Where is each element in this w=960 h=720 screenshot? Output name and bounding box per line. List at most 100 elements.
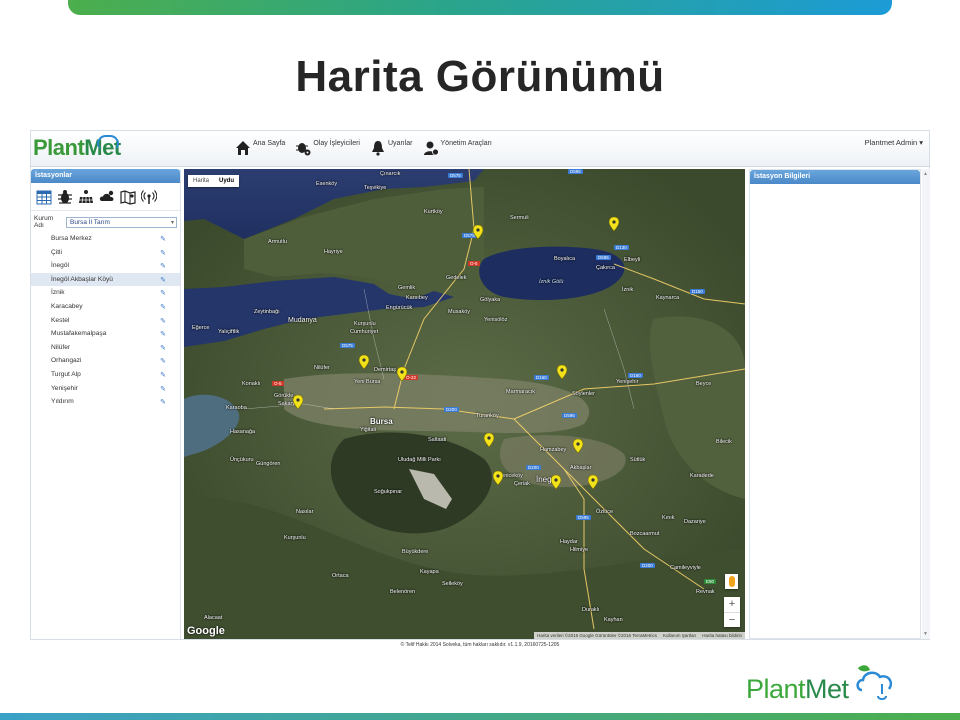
pencil-icon[interactable]: ✎	[160, 385, 166, 393]
station-name: Yıldırım	[51, 398, 74, 406]
cloud-rain-icon	[856, 665, 893, 700]
map-label: Karadede	[690, 473, 714, 479]
road-shield: D200	[444, 407, 459, 412]
pencil-icon[interactable]: ✎	[160, 398, 166, 406]
station-item[interactable]: İnegöl ✎	[31, 259, 180, 273]
bug-icon[interactable]	[57, 189, 73, 205]
map-label: Hayriye	[324, 249, 343, 255]
pencil-icon[interactable]: ✎	[160, 330, 166, 338]
pencil-icon[interactable]: ✎	[160, 317, 166, 325]
station-info-header: İstasyon Bilgileri	[750, 170, 920, 184]
antenna-icon[interactable]	[141, 189, 157, 205]
user-menu[interactable]: Plantmet Admin ▾	[865, 138, 923, 147]
map-pin-icon[interactable]	[551, 475, 561, 489]
solar-panel-icon[interactable]	[78, 189, 94, 205]
nav-admin-tools[interactable]: Yönetim Araçları	[423, 137, 492, 156]
map-label: Bozcaarmut	[630, 531, 660, 537]
road-shield: D160	[628, 373, 643, 378]
map-label: Söylenler	[572, 391, 595, 397]
pencil-icon[interactable]: ✎	[160, 235, 166, 243]
road-shield: O-5	[468, 261, 480, 266]
page-scrollbar[interactable]: ▲ ▼	[922, 169, 930, 639]
station-item[interactable]: Nilüfer ✎	[31, 341, 180, 355]
map-pin-icon[interactable]	[493, 471, 503, 485]
bug-gear-icon	[296, 143, 311, 156]
pencil-icon[interactable]: ✎	[160, 357, 166, 365]
map-label: Akbaşlar	[570, 465, 592, 471]
map-label: Yenisölöz	[484, 317, 508, 323]
map-label: Beyce	[696, 381, 712, 387]
station-item[interactable]: İnegöl Akbaşlar Köyü ✎	[31, 272, 180, 287]
map-type-satellite-button[interactable]: Uydu	[214, 175, 239, 187]
pencil-icon[interactable]: ✎	[160, 344, 166, 352]
bell-icon	[372, 141, 384, 156]
pencil-icon[interactable]: ✎	[160, 249, 166, 257]
map-pin-icon[interactable]	[293, 395, 303, 409]
app-header: PlantMet Ana Sayfa Olay İşleyicileri Uya…	[31, 131, 929, 167]
map-label: Kurşunlu	[284, 535, 306, 541]
road-shield: D595	[568, 169, 583, 174]
weather-icon[interactable]	[99, 189, 115, 205]
calendar-table-icon[interactable]	[36, 189, 52, 205]
map-label: Zeytinbağı	[254, 309, 280, 315]
app-window: PlantMet Ana Sayfa Olay İşleyicileri Uya…	[30, 130, 930, 640]
main-nav: Ana Sayfa Olay İşleyicileri Uyarılar Yön…	[235, 137, 496, 156]
map-pin-icon[interactable]	[484, 433, 494, 447]
station-item[interactable]: Orhangazi ✎	[31, 354, 180, 368]
nav-alerts[interactable]: Uyarılar	[370, 137, 413, 156]
map-label: Duraklı	[582, 607, 600, 613]
station-item[interactable]: Kestel ✎	[31, 314, 180, 328]
institution-select[interactable]: Bursa İl Tarım ▾	[66, 216, 177, 228]
zoom-in-button[interactable]: +	[724, 597, 740, 612]
scroll-up-icon[interactable]: ▲	[923, 171, 928, 177]
station-name: Orhangazi	[51, 357, 82, 365]
map-label: Hamzabey	[540, 447, 567, 453]
station-item[interactable]: Çitli ✎	[31, 246, 180, 260]
nav-home[interactable]: Ana Sayfa	[235, 137, 285, 156]
map-label: Soğukpınar	[374, 489, 403, 495]
station-item[interactable]: Mustafakemalpaşa ✎	[31, 327, 180, 341]
logo-met-text: Met	[805, 674, 849, 704]
map-label: İznik Gölü	[539, 279, 564, 285]
map-pin-icon[interactable]	[359, 355, 369, 369]
map-label: Uludağ Milli Parkı	[398, 457, 441, 463]
map-type-control: Harita Uydu	[188, 175, 240, 187]
pencil-icon[interactable]: ✎	[160, 262, 166, 270]
terms-link[interactable]: Kullanım Şartları	[663, 633, 696, 638]
map-pin-icon[interactable]	[609, 217, 619, 231]
road-shield: E90	[704, 579, 717, 584]
zoom-out-button[interactable]: −	[724, 612, 740, 627]
nav-event-handlers[interactable]: Olay İşleyicileri	[295, 137, 360, 156]
scroll-down-icon[interactable]: ▼	[923, 631, 928, 637]
map-label: Haydar	[560, 539, 578, 545]
report-error-link[interactable]: Harita hatası bildirin	[702, 633, 742, 638]
map-label: Güngören	[256, 461, 281, 467]
station-item[interactable]: Yenişehir ✎	[31, 382, 180, 396]
map-pin-icon[interactable]	[573, 439, 583, 453]
chevron-down-icon: ▾	[170, 219, 174, 226]
road-shield: D200	[526, 465, 541, 470]
map-label: Boyalıca	[554, 256, 576, 262]
map-type-map-button[interactable]: Harita	[188, 175, 214, 187]
station-item[interactable]: Yıldırım ✎	[31, 395, 180, 409]
map-pin-icon[interactable]	[588, 475, 598, 489]
station-item[interactable]: Turgut Alp ✎	[31, 368, 180, 382]
map-icon[interactable]	[120, 189, 136, 205]
slide-bottom-bar	[0, 713, 960, 720]
pencil-icon[interactable]: ✎	[160, 276, 166, 284]
street-view-pegman-icon[interactable]	[725, 574, 738, 589]
map-pin-icon[interactable]	[557, 365, 567, 379]
pencil-icon[interactable]: ✎	[160, 289, 166, 297]
map-label: Karsıbey	[406, 295, 428, 301]
map-view[interactable]: Esenköy Teşvikiye Çınarcık Kurtköy Armut…	[184, 169, 745, 639]
station-item[interactable]: Bursa Merkez ✎	[31, 232, 180, 246]
map-pin-icon[interactable]	[473, 225, 483, 239]
map-label: Teşvikiye	[364, 185, 387, 191]
station-item[interactable]: İznik ✎	[31, 286, 180, 300]
map-label: Selleköy	[442, 581, 463, 587]
map-label: Esenköy	[316, 181, 338, 187]
pencil-icon[interactable]: ✎	[160, 371, 166, 379]
map-pin-icon[interactable]	[397, 367, 407, 381]
pencil-icon[interactable]: ✎	[160, 303, 166, 311]
station-item[interactable]: Karacabey ✎	[31, 300, 180, 314]
